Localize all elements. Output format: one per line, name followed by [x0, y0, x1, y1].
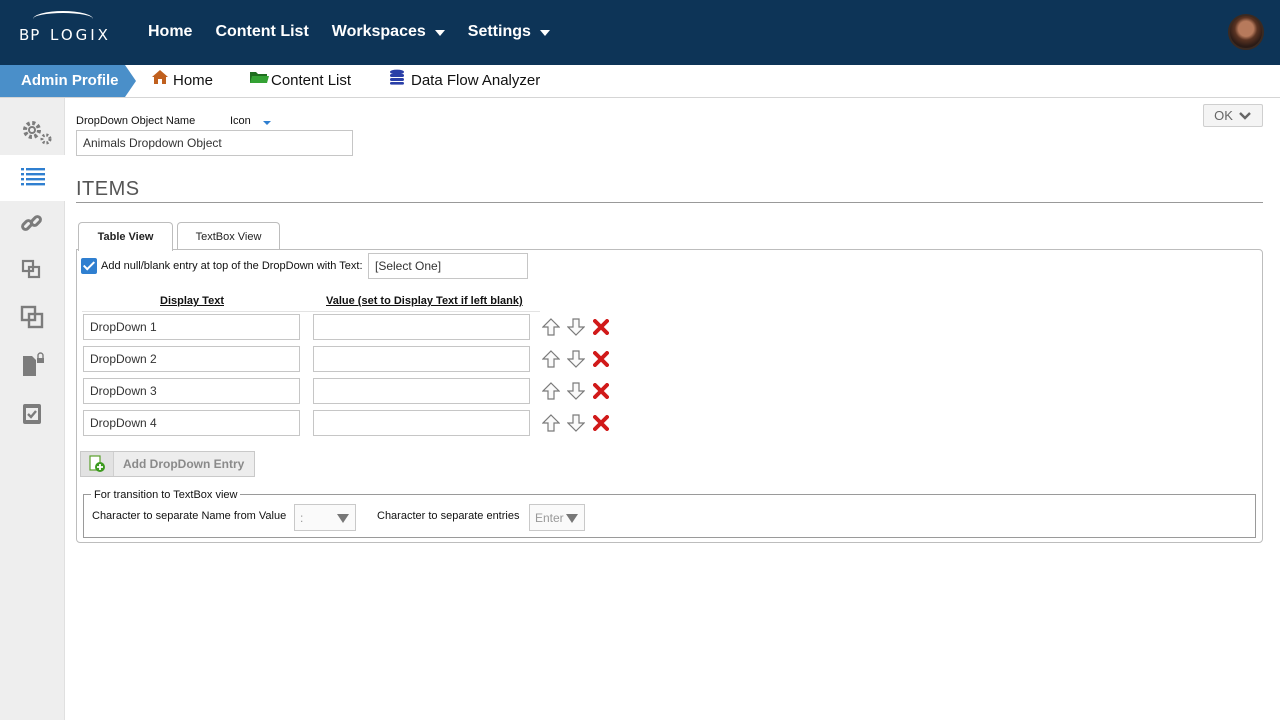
tab-textbox-view-label: TextBox View: [195, 230, 262, 243]
tab-textbox-view[interactable]: TextBox View: [177, 222, 280, 250]
add-dropdown-entry-label: Add DropDown Entry: [123, 457, 245, 471]
null-entry-text-input[interactable]: [Select One]: [368, 253, 528, 279]
breadcrumb-admin-profile[interactable]: Admin Profile: [0, 65, 136, 97]
nav-home-label: Home: [148, 23, 193, 40]
checked-document-icon: [20, 402, 46, 428]
value-input[interactable]: [313, 346, 530, 372]
name-value-separator-value: :: [300, 510, 304, 525]
column-header-display-text: Display Text: [160, 295, 224, 307]
dropdown-name-label: DropDown Object Name: [76, 115, 196, 127]
nav-workspaces-label: Workspaces: [331, 23, 426, 40]
locked-document-icon: [20, 352, 46, 378]
nav-content-list-label: Content List: [215, 23, 309, 40]
chevron-down-icon: [539, 30, 550, 36]
display-text-value: DropDown 1: [90, 320, 157, 334]
list-icon: [20, 165, 46, 191]
breadcrumb-content-list[interactable]: Content List: [249, 65, 351, 97]
sidebar-item-validation[interactable]: [0, 392, 65, 438]
items-section-title: ITEMS: [76, 178, 140, 200]
tab-table-view[interactable]: Table View: [78, 222, 173, 251]
home-icon: [151, 65, 169, 97]
database-icon: [389, 65, 405, 97]
icon-label: Icon: [230, 115, 251, 127]
move-up-arrow-icon[interactable]: [542, 382, 560, 400]
breadcrumb-data-flow-analyzer[interactable]: Data Flow Analyzer: [389, 65, 540, 97]
value-input[interactable]: [313, 314, 530, 340]
display-text-input[interactable]: DropDown 4: [83, 410, 300, 436]
sidebar-item-properties[interactable]: [0, 108, 65, 154]
null-entry-checkbox[interactable]: [81, 258, 97, 274]
nav-content-list[interactable]: Content List: [215, 23, 308, 41]
null-entry-text-value: [Select One]: [375, 259, 442, 273]
display-text-value: DropDown 2: [90, 352, 157, 366]
icon-dropdown-caret-icon[interactable]: [263, 121, 271, 125]
move-down-arrow-icon[interactable]: [567, 318, 585, 336]
entries-separator-value: Enter: [535, 510, 564, 525]
column-header-value: Value (set to Display Text if left blank…: [326, 295, 523, 307]
move-down-arrow-icon[interactable]: [567, 382, 585, 400]
main-menu: Home Content List Workspaces Settings: [148, 23, 573, 41]
delete-x-icon[interactable]: [593, 383, 609, 399]
nav-home[interactable]: Home: [148, 23, 192, 41]
chevron-down-icon: [434, 30, 445, 36]
move-down-arrow-icon[interactable]: [567, 414, 585, 432]
sidebar-item-subforms[interactable]: [0, 248, 65, 294]
breadcrumb-content-list-label: Content List: [271, 72, 352, 89]
user-avatar[interactable]: [1228, 14, 1264, 50]
move-down-arrow-icon[interactable]: [567, 350, 585, 368]
move-up-arrow-icon[interactable]: [542, 350, 560, 368]
sidebar-item-copy[interactable]: [0, 295, 65, 341]
display-text-input[interactable]: DropDown 2: [83, 346, 300, 372]
display-text-input[interactable]: DropDown 3: [83, 378, 300, 404]
name-value-separator-label: Character to separate Name from Value: [92, 510, 287, 522]
value-input[interactable]: [313, 378, 530, 404]
top-navigation-bar: BP LOGIX Home Content List Workspaces Se…: [0, 0, 1280, 65]
ok-button[interactable]: OK: [1203, 104, 1263, 127]
sub-form-icon: [20, 258, 46, 284]
chevron-down-icon: [1239, 111, 1251, 120]
dropdown-name-value: Animals Dropdown Object: [83, 136, 222, 150]
null-entry-label: Add null/blank entry at top of the DropD…: [101, 260, 363, 272]
dropdown-name-input[interactable]: Animals Dropdown Object: [76, 130, 353, 156]
name-value-separator-select[interactable]: :: [294, 504, 356, 531]
transition-legend: For transition to TextBox view: [91, 489, 241, 501]
delete-x-icon[interactable]: [593, 351, 609, 367]
delete-x-icon[interactable]: [593, 319, 609, 335]
sidebar-item-security[interactable]: [0, 342, 65, 388]
nav-settings-label: Settings: [467, 23, 531, 40]
dropdown-caret-icon: [337, 514, 349, 523]
value-input[interactable]: [313, 410, 530, 436]
delete-x-icon[interactable]: [593, 415, 609, 431]
tab-table-view-label: Table View: [97, 231, 154, 243]
folder-icon: [249, 65, 269, 97]
add-entry-icon: [81, 452, 114, 476]
logo-text-logix: LOGIX: [50, 26, 111, 44]
breadcrumb-data-flow-analyzer-label: Data Flow Analyzer: [411, 72, 541, 89]
sidebar-item-items[interactable]: [0, 155, 66, 201]
breadcrumb-home[interactable]: Home: [151, 65, 213, 97]
nav-settings[interactable]: Settings: [468, 23, 550, 41]
breadcrumb-home-label: Home: [173, 72, 214, 89]
entries-separator-select[interactable]: Enter: [529, 504, 585, 531]
header-divider: [82, 311, 540, 312]
logo-swoosh: [33, 11, 93, 27]
left-sidebar: [0, 98, 66, 720]
gears-icon: [20, 118, 51, 145]
display-text-value: DropDown 4: [90, 416, 157, 430]
ok-button-label: OK: [1214, 108, 1233, 123]
display-text-value: DropDown 3: [90, 384, 157, 398]
move-up-arrow-icon[interactable]: [542, 318, 560, 336]
link-icon: [20, 212, 46, 238]
breadcrumb-bar: Admin Profile Home Content List Data Flo…: [0, 65, 1280, 98]
items-divider: [76, 202, 1263, 203]
logo-text-bp: BP: [19, 26, 41, 44]
add-dropdown-entry-button[interactable]: Add DropDown Entry: [80, 451, 255, 477]
dropdown-caret-icon: [566, 514, 578, 523]
entries-separator-label: Character to separate entries: [377, 510, 520, 522]
move-up-arrow-icon[interactable]: [542, 414, 560, 432]
copy-icon: [20, 305, 46, 331]
nav-workspaces[interactable]: Workspaces: [332, 23, 445, 41]
display-text-input[interactable]: DropDown 1: [83, 314, 300, 340]
sidebar-item-links[interactable]: [0, 202, 65, 248]
